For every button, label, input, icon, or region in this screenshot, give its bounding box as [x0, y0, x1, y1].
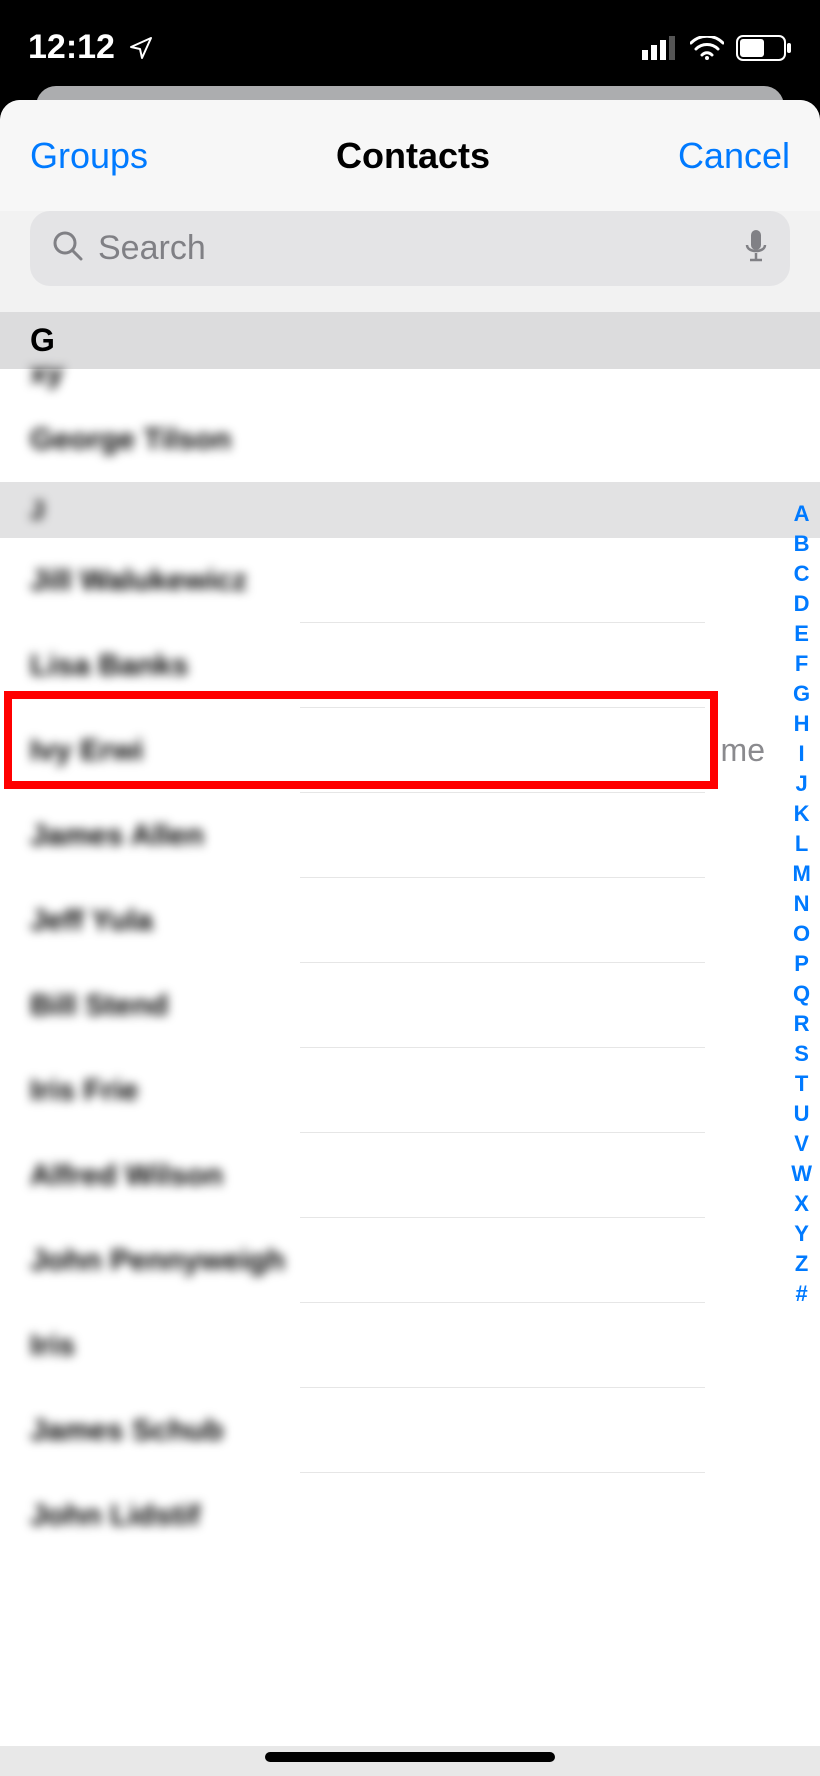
- list-item[interactable]: James Schub: [0, 1388, 820, 1473]
- index-letter[interactable]: G: [793, 680, 810, 707]
- search-wrap: [0, 211, 820, 312]
- index-letter[interactable]: M: [792, 860, 810, 887]
- index-letter[interactable]: Z: [795, 1250, 808, 1277]
- obscured-name: Lisa Banks: [30, 649, 188, 683]
- section-index[interactable]: A B C D E F G H I J K L M N O P Q R S T …: [791, 500, 812, 1307]
- index-letter[interactable]: X: [794, 1190, 809, 1217]
- search-icon: [52, 230, 84, 267]
- contact-list[interactable]: xy George Tilson J Jill Walukewicz Lisa …: [0, 369, 820, 1558]
- obscured-name: James Schub: [30, 1414, 223, 1448]
- index-letter[interactable]: I: [799, 740, 805, 767]
- obscured-name: Iris Frie: [30, 1074, 138, 1108]
- obscured-name: Jill Walukewicz: [30, 564, 247, 598]
- index-letter[interactable]: Y: [794, 1220, 809, 1247]
- list-item[interactable]: James Allen: [0, 793, 820, 878]
- obscured-name: John Lidstif: [30, 1499, 200, 1533]
- list-item[interactable]: George Tilson: [0, 397, 820, 482]
- navbar: Groups Contacts Cancel: [0, 100, 820, 211]
- list-item[interactable]: Alfred Wilson: [0, 1133, 820, 1218]
- cellular-icon: [642, 36, 678, 60]
- index-letter[interactable]: B: [794, 530, 810, 557]
- list-item[interactable]: John Lidstif: [0, 1473, 820, 1558]
- index-letter[interactable]: E: [794, 620, 809, 647]
- obscured-name: Alfred Wilson: [30, 1159, 223, 1193]
- index-letter[interactable]: V: [794, 1130, 809, 1157]
- obscured-name: Iris: [30, 1329, 75, 1363]
- list-item[interactable]: Jill Walukewicz: [0, 538, 820, 623]
- me-label: me: [721, 732, 765, 769]
- obscured-name: John Pennyweigh: [30, 1244, 285, 1278]
- list-item[interactable]: Iris: [0, 1303, 820, 1388]
- index-letter[interactable]: C: [794, 560, 810, 587]
- index-letter[interactable]: U: [794, 1100, 810, 1127]
- obscured-name: Jeff Yula: [30, 904, 153, 938]
- contacts-sheet: Groups Contacts Cancel G: [0, 100, 820, 1776]
- list-item[interactable]: Iris Frie: [0, 1048, 820, 1133]
- list-item-me[interactable]: Ivy Erwi me: [0, 708, 820, 793]
- search-bar[interactable]: [30, 211, 790, 286]
- list-item[interactable]: Jeff Yula: [0, 878, 820, 963]
- index-letter[interactable]: L: [795, 830, 808, 857]
- obscured-name: George Tilson: [30, 423, 231, 457]
- page-title: Contacts: [336, 135, 490, 177]
- list-item[interactable]: Lisa Banks: [0, 623, 820, 708]
- status-left: 12:12: [28, 28, 153, 67]
- index-letter[interactable]: W: [791, 1160, 812, 1187]
- status-time: 12:12: [28, 28, 115, 67]
- index-letter[interactable]: R: [794, 1010, 810, 1037]
- obscured-section-letter: J: [30, 495, 44, 526]
- status-bar: 12:12: [0, 0, 820, 95]
- home-indicator[interactable]: [265, 1752, 555, 1762]
- index-letter[interactable]: P: [794, 950, 809, 977]
- section-header-h: J: [0, 482, 820, 538]
- obscured-name: Ivy Erwi: [30, 734, 143, 768]
- index-letter[interactable]: #: [795, 1280, 807, 1307]
- search-input[interactable]: [98, 229, 730, 268]
- section-header-g: G: [0, 312, 820, 369]
- location-icon: [129, 36, 153, 60]
- index-letter[interactable]: O: [793, 920, 810, 947]
- list-item[interactable]: Bill Stend: [0, 963, 820, 1048]
- cancel-button[interactable]: Cancel: [678, 135, 790, 177]
- wifi-icon: [690, 36, 724, 60]
- index-letter[interactable]: A: [794, 500, 810, 527]
- list-item[interactable]: John Pennyweigh: [0, 1218, 820, 1303]
- index-letter[interactable]: N: [794, 890, 810, 917]
- obscured-name: xy: [30, 357, 63, 391]
- index-letter[interactable]: Q: [793, 980, 810, 1007]
- obscured-name: James Allen: [30, 819, 204, 853]
- index-letter[interactable]: S: [794, 1040, 809, 1067]
- index-letter[interactable]: H: [794, 710, 810, 737]
- status-right: [642, 35, 792, 61]
- obscured-name: Bill Stend: [30, 989, 168, 1023]
- index-letter[interactable]: J: [795, 770, 807, 797]
- index-letter[interactable]: T: [795, 1070, 808, 1097]
- index-letter[interactable]: K: [794, 800, 810, 827]
- index-letter[interactable]: F: [795, 650, 808, 677]
- index-letter[interactable]: D: [794, 590, 810, 617]
- groups-button[interactable]: Groups: [30, 135, 148, 177]
- battery-icon: [736, 35, 792, 61]
- list-item[interactable]: xy: [0, 369, 820, 397]
- microphone-icon[interactable]: [744, 229, 768, 268]
